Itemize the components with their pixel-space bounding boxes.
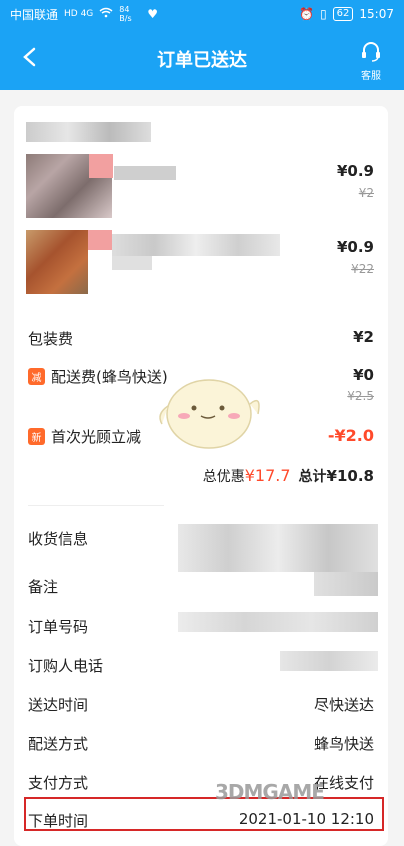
item-original-price: ¥2 [358,186,374,200]
section-divider [28,505,164,506]
detail-label: 配送方式 [28,735,89,753]
restaurant-name-blurred [26,122,151,142]
delivery-fee-original: ¥2.5 [347,389,374,403]
carrier-name: 中国联通 [10,7,59,22]
packing-fee-value: ¥2 [353,328,374,346]
total-discount-value: ¥17.7 [244,466,291,485]
total-value: ¥10.8 [326,467,374,485]
delivery-info-blurred [178,524,378,572]
order-number-label: 订单号码 [28,616,88,637]
detail-label: 收货信息 [28,530,89,548]
order-detail-card: ¥0.9 ¥2 ¥0.9 ¥22 包装费 ¥2 减 配送费(蜂鸟快送) ¥0 ¥… [14,106,388,846]
item-image-blurred [89,154,113,178]
item-name-blurred [112,234,280,256]
detail-label: 送达时间 [28,696,89,714]
order-number-blurred [178,612,378,632]
detail-label: 支付方式 [28,774,89,792]
detail-label: 订购人电话 [28,657,104,675]
item-price: ¥0.9 [336,238,374,256]
item-original-price: ¥22 [351,262,374,276]
delivery-method-label: 配送方式 [28,733,88,754]
page-title: 订单已送达 [157,50,247,71]
payment-method-label: 支付方式 [28,772,88,793]
alarm-icon: ⏰ [299,7,315,21]
highlight-box [24,797,384,831]
first-order-text: 首次光顾立减 [51,428,142,446]
customer-service-button[interactable]: 客服 [354,40,388,82]
heart-icon: ♥ [147,7,159,21]
first-order-discount-label: 新 首次光顾立减 [28,426,141,447]
item-price: ¥0.9 [336,162,374,180]
delivery-method-value: 蜂鸟快送 [313,735,374,753]
watermark-logo: 3DMGAME [215,780,325,804]
first-order-discount-value: -¥2.0 [327,426,374,445]
delivery-fee-text: 配送费(蜂鸟快送) [51,368,168,386]
delivery-time-value: 尽快送达 [313,696,374,714]
item-name-blurred [112,256,152,270]
customer-service-label: 客服 [361,71,381,82]
mascot-sticker [154,364,264,458]
clock: 15:07 [359,7,394,21]
speed-indicator: 84 B/s [119,5,132,23]
item-image-blurred [26,230,88,294]
network-indicator: HD 4G [64,9,94,19]
status-bar: 中国联通 HD 4G 84 B/s ♥ ⏰ ▯ 62 15:07 [0,0,404,28]
total-label: 总计 [298,469,327,485]
detail-label: 备注 [28,578,59,596]
packing-fee-label: 包装费 [28,328,73,349]
delivery-time-label: 送达时间 [28,694,88,715]
delivery-fee-value: ¥0 [353,366,374,384]
remark-blurred [314,572,378,596]
vibrate-icon: ▯ [320,7,327,21]
battery-indicator: 62 [332,7,354,21]
nav-header: 订单已送达 客服 [0,28,404,90]
delivery-info-label: 收货信息 [28,528,88,549]
discount-tag-icon: 减 [28,368,45,385]
remark-label: 备注 [28,576,58,597]
delivery-fee-label: 减 配送费(蜂鸟快送) [28,366,168,387]
new-customer-tag-icon: 新 [28,428,45,445]
detail-label: 订单号码 [28,618,89,636]
order-summary: 总优惠 ¥17.7 总计 ¥10.8 [203,466,374,486]
headset-icon [360,42,382,66]
item-image-blurred [88,230,112,250]
wifi-icon [99,7,113,21]
buyer-phone-blurred [280,651,378,671]
packing-fee-text: 包装费 [28,330,74,348]
buyer-phone-label: 订购人电话 [28,655,103,676]
total-discount-label: 总优惠 [202,469,245,485]
item-name-blurred [114,166,176,180]
